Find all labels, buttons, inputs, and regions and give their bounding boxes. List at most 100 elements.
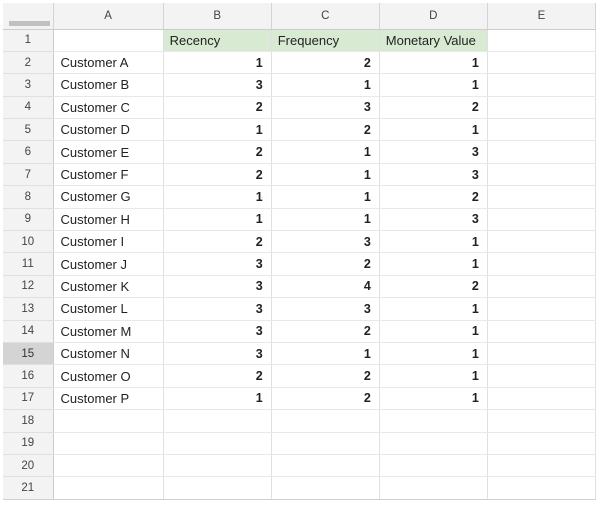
column-header-c[interactable]: C (271, 3, 380, 30)
cell-d1-monetary-value-header[interactable]: Monetary Value (379, 29, 488, 52)
cell-b2[interactable]: 1 (163, 51, 272, 75)
cell-b5[interactable]: 1 (163, 118, 272, 142)
cell-a6[interactable]: Customer E (53, 140, 164, 164)
table-row[interactable]: 18 (3, 409, 597, 433)
cell-b20[interactable] (163, 454, 272, 478)
cell-a17[interactable]: Customer P (53, 387, 164, 411)
row-header-9[interactable]: 9 (3, 208, 54, 232)
row-header-1[interactable]: 1 (3, 29, 54, 52)
cell-e2[interactable] (487, 51, 597, 75)
cell-e7[interactable] (487, 163, 597, 187)
cell-d21[interactable] (379, 476, 488, 500)
cell-b18[interactable] (163, 409, 272, 433)
cell-d9[interactable]: 3 (379, 208, 488, 232)
cell-a13[interactable]: Customer L (53, 297, 164, 321)
cell-a16[interactable]: Customer O (53, 364, 164, 388)
table-row[interactable]: 1 Recency Frequency Monetary Value (3, 29, 597, 52)
cell-d20[interactable] (379, 454, 488, 478)
column-header-e[interactable]: E (487, 3, 597, 30)
row-header-21[interactable]: 21 (3, 476, 54, 500)
table-row[interactable]: 13 Customer L331 (3, 297, 597, 321)
cell-d4[interactable]: 2 (379, 96, 488, 120)
cell-a10[interactable]: Customer I (53, 230, 164, 254)
cell-c17[interactable]: 2 (271, 387, 380, 411)
select-all-handle-icon[interactable] (9, 20, 50, 26)
table-row[interactable]: 12 Customer K342 (3, 275, 597, 299)
cell-a21[interactable] (53, 476, 164, 500)
column-header-b[interactable]: B (163, 3, 272, 30)
cell-d6[interactable]: 3 (379, 140, 488, 164)
cell-d12[interactable]: 2 (379, 275, 488, 299)
cell-d8[interactable]: 2 (379, 185, 488, 209)
cell-c5[interactable]: 2 (271, 118, 380, 142)
row-header-4[interactable]: 4 (3, 96, 54, 120)
table-row[interactable]: 15 Customer N311 (3, 342, 597, 366)
cell-b15[interactable]: 3 (163, 342, 272, 366)
cell-c20[interactable] (271, 454, 380, 478)
cell-c8[interactable]: 1 (271, 185, 380, 209)
cell-d18[interactable] (379, 409, 488, 433)
cell-e9[interactable] (487, 208, 597, 232)
cell-e20[interactable] (487, 454, 597, 478)
cell-b6[interactable]: 2 (163, 140, 272, 164)
cell-d13[interactable]: 1 (379, 297, 488, 321)
table-row[interactable]: 21 (3, 476, 597, 500)
cell-d2[interactable]: 1 (379, 51, 488, 75)
cell-d15[interactable]: 1 (379, 342, 488, 366)
row-header-11[interactable]: 11 (3, 252, 54, 276)
cell-a9[interactable]: Customer H (53, 208, 164, 232)
cell-d16[interactable]: 1 (379, 364, 488, 388)
column-header-d[interactable]: D (379, 3, 488, 30)
cell-a7[interactable]: Customer F (53, 163, 164, 187)
table-row[interactable]: 7 Customer F213 (3, 163, 597, 187)
cell-e1[interactable] (487, 29, 597, 52)
cell-d7[interactable]: 3 (379, 163, 488, 187)
cell-e14[interactable] (487, 320, 597, 343)
row-header-10[interactable]: 10 (3, 230, 54, 254)
table-row[interactable]: 9 Customer H113 (3, 208, 597, 232)
row-header-2[interactable]: 2 (3, 51, 54, 75)
table-row[interactable]: 17 Customer P121 (3, 387, 597, 411)
table-row[interactable]: 5 Customer D121 (3, 118, 597, 142)
table-row[interactable]: 14 Customer M321 (3, 320, 597, 343)
cell-d3[interactable]: 1 (379, 73, 488, 97)
cell-b17[interactable]: 1 (163, 387, 272, 411)
cell-c12[interactable]: 4 (271, 275, 380, 299)
table-row[interactable]: 6 Customer E213 (3, 140, 597, 164)
row-header-15[interactable]: 15 (3, 342, 54, 366)
cell-b3[interactable]: 3 (163, 73, 272, 97)
cell-e13[interactable] (487, 297, 597, 321)
cell-b19[interactable] (163, 432, 272, 455)
table-row[interactable]: 11 Customer J321 (3, 252, 597, 276)
table-row[interactable]: 8 Customer G112 (3, 185, 597, 209)
cell-e15[interactable] (487, 342, 597, 366)
row-header-18[interactable]: 18 (3, 409, 54, 433)
cell-c2[interactable]: 2 (271, 51, 380, 75)
cell-a4[interactable]: Customer C (53, 96, 164, 120)
table-row[interactable]: 2 Customer A121 (3, 51, 597, 75)
cell-d5[interactable]: 1 (379, 118, 488, 142)
cell-a3[interactable]: Customer B (53, 73, 164, 97)
cell-c18[interactable] (271, 409, 380, 433)
cell-c13[interactable]: 3 (271, 297, 380, 321)
row-header-17[interactable]: 17 (3, 387, 54, 411)
cell-c7[interactable]: 1 (271, 163, 380, 187)
cell-a14[interactable]: Customer M (53, 320, 164, 343)
cell-a12[interactable]: Customer K (53, 275, 164, 299)
cell-b8[interactable]: 1 (163, 185, 272, 209)
cell-d19[interactable] (379, 432, 488, 455)
cell-c16[interactable]: 2 (271, 364, 380, 388)
row-header-14[interactable]: 14 (3, 320, 54, 343)
cell-d17[interactable]: 1 (379, 387, 488, 411)
cell-e6[interactable] (487, 140, 597, 164)
cell-b21[interactable] (163, 476, 272, 500)
cell-a15[interactable]: Customer N (53, 342, 164, 366)
table-row[interactable]: 10 Customer I231 (3, 230, 597, 254)
cell-a1[interactable] (53, 29, 164, 52)
row-header-16[interactable]: 16 (3, 364, 54, 388)
cell-c1-frequency-header[interactable]: Frequency (271, 29, 380, 52)
table-row[interactable]: 20 (3, 454, 597, 478)
cell-e12[interactable] (487, 275, 597, 299)
row-header-3[interactable]: 3 (3, 73, 54, 97)
table-row[interactable]: 4 Customer C232 (3, 96, 597, 120)
